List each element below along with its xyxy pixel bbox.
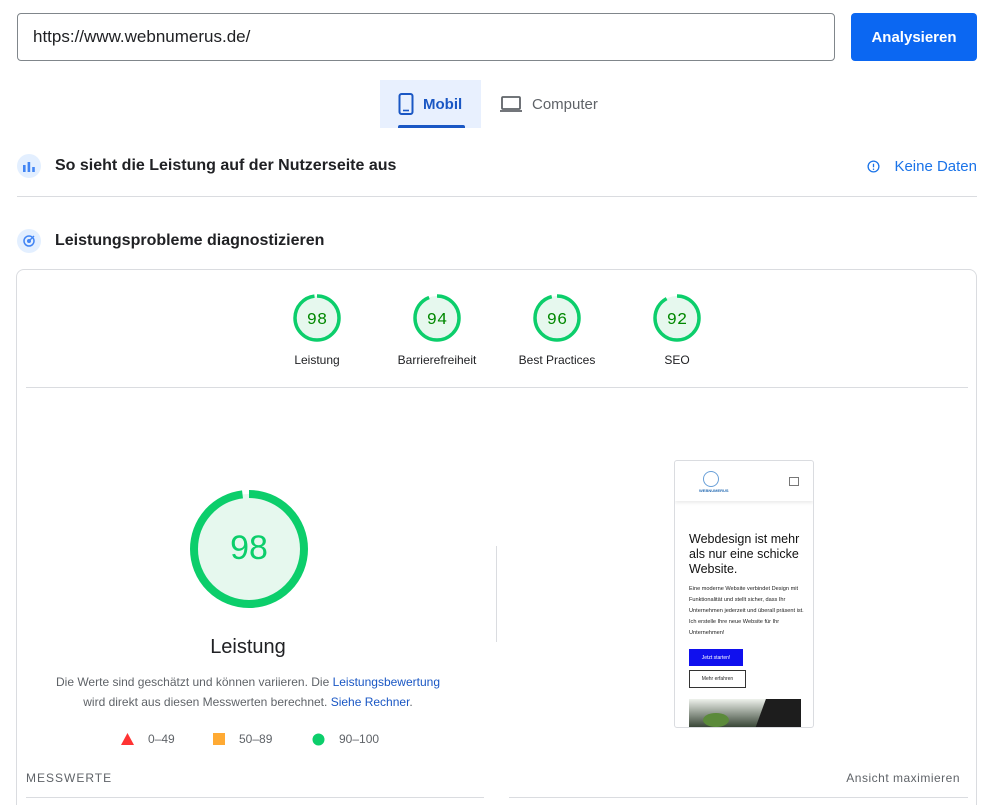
page-screenshot-preview[interactable]: WEBNUMERUS Webdesign ist mehr als nur ei… [674, 460, 814, 728]
square-icon [213, 733, 225, 745]
legend-fail-label: 0–49 [148, 732, 175, 746]
lab-data-icon [17, 229, 41, 253]
smartphone-icon [398, 93, 414, 115]
scoring-link[interactable]: Leistungsbewertung [333, 675, 440, 689]
score-gauge-ring: 94 [413, 294, 461, 342]
section-divider [17, 196, 977, 197]
tab-mobile-label: Mobil [423, 95, 463, 113]
legend-fail: 0–49 [121, 732, 175, 746]
laptop-icon [500, 96, 522, 112]
legend-average-label: 50–89 [239, 732, 273, 746]
preview-secondary-button: Mehr erfahren [689, 670, 746, 688]
vertical-separator [496, 546, 497, 642]
score-label: Best Practices [518, 353, 596, 367]
desc-text-3: . [409, 695, 413, 709]
circle-icon [312, 733, 325, 745]
tab-desktop[interactable]: Computer [497, 80, 617, 128]
metrics-divider-left [26, 797, 484, 798]
performance-gauge-score: 98 [230, 529, 268, 567]
field-data-header: So sieht die Leistung auf der Nutzerseit… [17, 151, 977, 181]
score-gauge-ring: 92 [653, 294, 701, 342]
metrics-label: MESSWERTE [26, 771, 113, 785]
legend-pass-label: 90–100 [339, 732, 380, 746]
score-gauge-seo[interactable]: 92 SEO [622, 293, 732, 367]
score-label: Leistung [294, 353, 340, 367]
score-value: 92 [667, 311, 687, 330]
preview-logo-text: WEBNUMERUS [699, 488, 729, 493]
score-gauge-best-practices[interactable]: 96 Best Practices [502, 293, 612, 367]
triangle-icon [121, 733, 134, 745]
expand-view-button[interactable]: Ansicht maximieren [846, 771, 960, 785]
lab-data-title: Leistungsprobleme diagnostizieren [55, 232, 325, 249]
score-gauge-barrierefreiheit[interactable]: 94 Barrierefreiheit [382, 293, 492, 367]
calculator-link[interactable]: Siehe Rechner [331, 695, 410, 709]
score-gauge-ring: 96 [533, 294, 581, 342]
lab-data-header: Leistungsprobleme diagnostizieren [17, 226, 977, 256]
score-value: 98 [307, 311, 327, 330]
performance-title: Leistung [210, 636, 286, 658]
preview-image [689, 699, 801, 727]
hamburger-menu-icon [789, 477, 799, 486]
preview-heading: Webdesign ist mehr als nur eine schicke … [689, 532, 800, 576]
info-icon [867, 159, 880, 173]
field-data-icon [17, 154, 41, 178]
performance-description: Die Werte sind geschätzt und können vari… [26, 672, 470, 712]
tab-mobile[interactable]: Mobil [380, 80, 481, 128]
score-label: SEO [664, 353, 690, 367]
tab-active-indicator [398, 125, 465, 128]
metrics-divider-right [509, 797, 968, 798]
preview-header: WEBNUMERUS [675, 461, 813, 501]
no-data-label: Keine Daten [894, 157, 977, 175]
score-label: Barrierefreiheit [397, 353, 477, 367]
no-data-status[interactable]: Keine Daten [867, 158, 977, 175]
preview-paragraph: Eine moderne Website verbindet Design mi… [689, 586, 804, 636]
score-value: 96 [547, 311, 567, 330]
desc-text-2: wird direkt aus diesen Messwerten berech… [83, 695, 331, 709]
legend-average: 50–89 [213, 732, 272, 746]
field-data-title: So sieht die Leistung auf der Nutzerseit… [55, 157, 397, 174]
desc-text-1: Die Werte sind geschätzt und können vari… [55, 675, 333, 689]
preview-primary-button: Jetzt starten! [689, 649, 743, 666]
performance-gauge: 98 [190, 490, 308, 608]
analyze-button[interactable]: Analysieren [851, 13, 977, 61]
preview-logo-icon [703, 471, 719, 487]
url-input[interactable] [17, 13, 835, 61]
score-gauge-ring: 98 [293, 294, 341, 342]
gauges-divider [26, 387, 968, 388]
report-card [16, 269, 977, 805]
score-value: 94 [427, 311, 447, 330]
tab-desktop-label: Computer [532, 95, 598, 113]
score-gauge-leistung[interactable]: 98 Leistung [262, 293, 372, 367]
legend-pass: 90–100 [312, 732, 379, 746]
